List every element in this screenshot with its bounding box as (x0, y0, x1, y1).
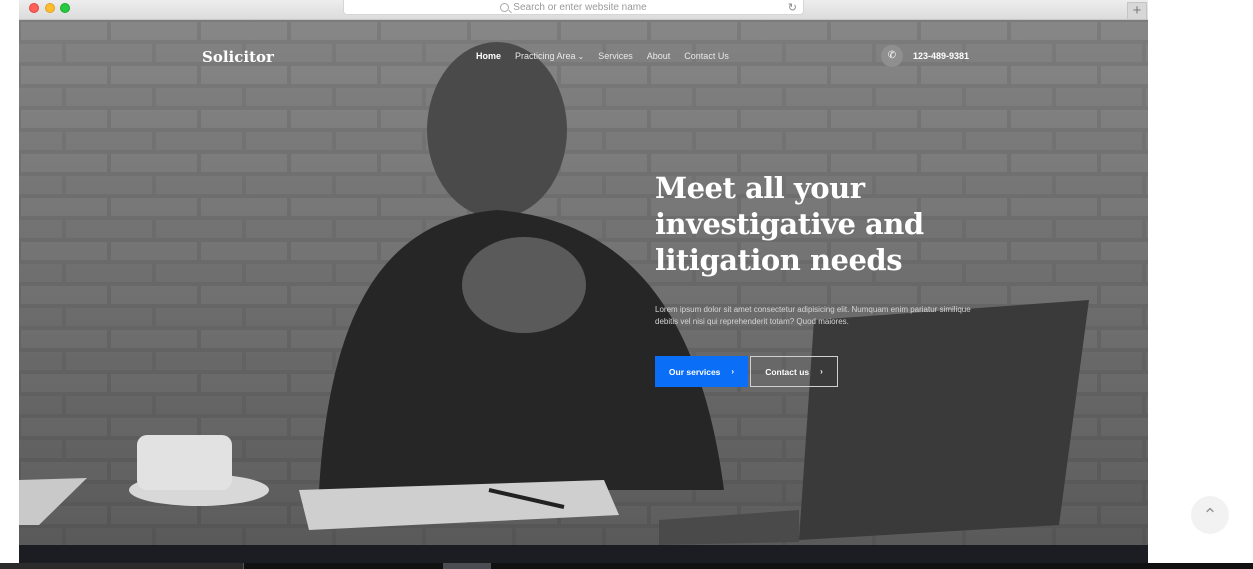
scroll-to-top-button[interactable]: ⌃ (1191, 496, 1229, 534)
phone-number[interactable]: 123-489-9381 (913, 51, 969, 61)
maximize-window-button[interactable] (60, 3, 70, 13)
our-services-label: Our services (668, 366, 721, 377)
hero-background-photo (19, 20, 1148, 545)
nav-services[interactable]: Services (598, 51, 633, 61)
browser-window: Search or enter website name ↻ + Solicit… (19, 0, 1148, 563)
chevron-down-icon: ⌄ (577, 52, 585, 61)
nav-home[interactable]: Home (476, 51, 501, 61)
contact-us-button[interactable]: Contact us › (750, 356, 838, 387)
chevron-up-icon: ⌃ (1202, 504, 1218, 525)
chevron-right-icon: › (731, 367, 735, 376)
thumbnail-strip-item (443, 563, 491, 569)
close-window-button[interactable] (29, 3, 39, 13)
address-placeholder: Search or enter website name (513, 1, 647, 13)
reload-icon[interactable]: ↻ (788, 1, 797, 14)
nav-about[interactable]: About (647, 51, 671, 61)
phone-icon: ✆ (881, 45, 903, 67)
contact-us-label: Contact us (765, 366, 810, 377)
thumbnail-strip-item (0, 563, 244, 569)
hero-headline: Meet all your investigative and litigati… (655, 171, 924, 277)
hero-section: Solicitor Home Practicing Area ⌄ Services… (19, 20, 1148, 545)
site-navbar: Solicitor Home Practicing Area ⌄ Services… (19, 20, 1148, 92)
chevron-right-icon: › (820, 367, 823, 376)
nav-practicing-area[interactable]: Practicing Area ⌄ (515, 51, 584, 61)
site-logo[interactable]: Solicitor (202, 48, 274, 66)
address-bar[interactable]: Search or enter website name ↻ (343, 0, 804, 15)
nav-practicing-area-label: Practicing Area (515, 51, 576, 61)
hero-subtext: Lorem ipsum dolor sit amet consectetur a… (655, 305, 971, 326)
main-menu: Home Practicing Area ⌄ Services About Con… (476, 51, 729, 61)
next-section-preview (19, 545, 1148, 563)
new-tab-button[interactable]: + (1127, 2, 1147, 20)
search-icon (500, 2, 510, 12)
our-services-button[interactable]: Our services › (655, 356, 748, 387)
minimize-window-button[interactable] (45, 3, 55, 13)
nav-contact-us[interactable]: Contact Us (684, 51, 729, 61)
browser-titlebar: Search or enter website name ↻ + (19, 0, 1148, 20)
